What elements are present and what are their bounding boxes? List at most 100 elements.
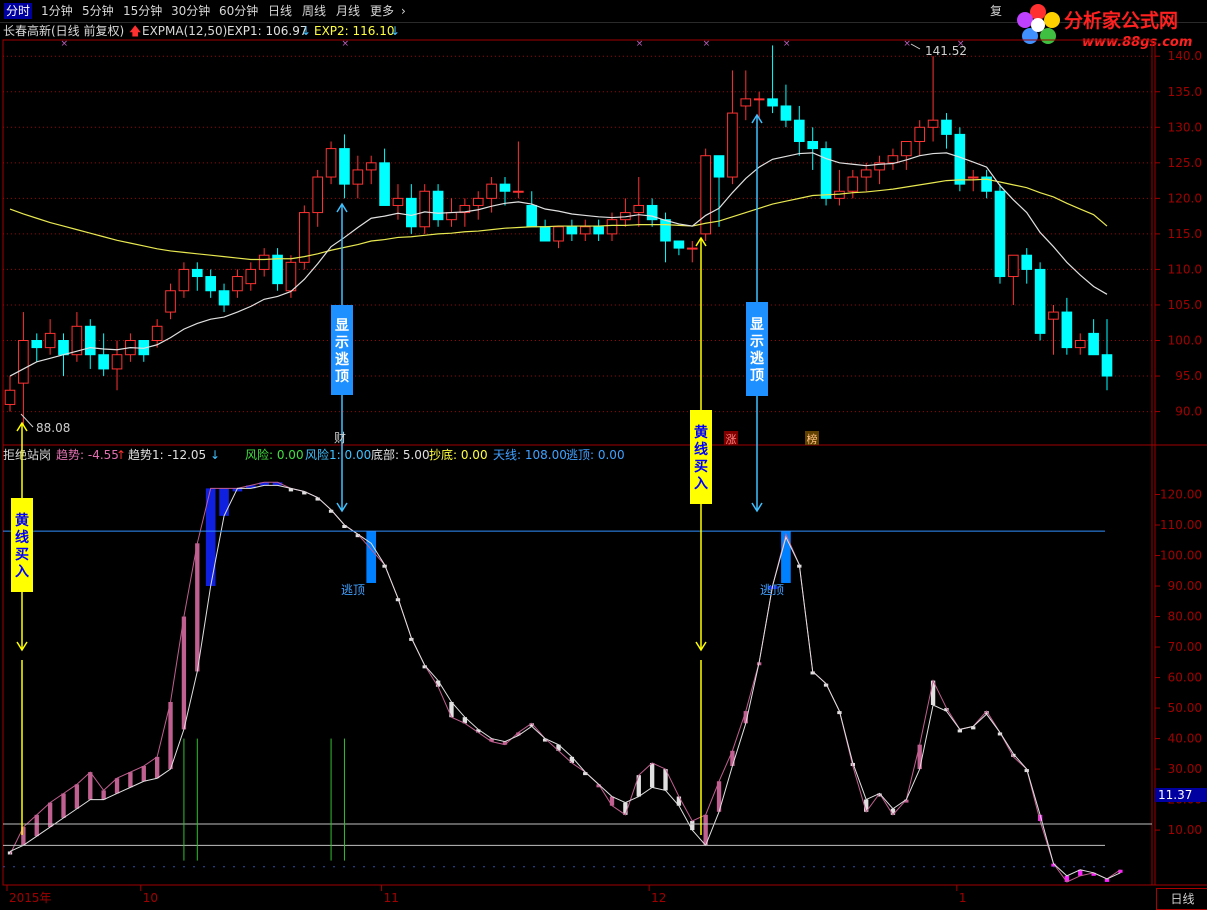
candle-body xyxy=(646,204,658,221)
indicator-bar xyxy=(88,772,93,800)
candle xyxy=(927,56,939,142)
tab-1min[interactable]: 1分钟 xyxy=(41,3,73,19)
escape-label: 逃顶 xyxy=(341,583,365,597)
indicator-bar xyxy=(21,827,26,846)
candle-body xyxy=(379,162,390,206)
candle-body xyxy=(1021,254,1033,270)
candle xyxy=(874,155,885,185)
candle-body xyxy=(981,176,992,192)
chevron-right-icon[interactable]: › xyxy=(401,3,406,19)
tab-5min[interactable]: 5分钟 xyxy=(82,3,114,19)
box-char: 买 xyxy=(694,459,708,475)
box-char: 线 xyxy=(694,441,708,458)
candle xyxy=(740,70,752,121)
candle-body xyxy=(499,183,511,192)
candle xyxy=(967,169,979,192)
candle-body xyxy=(1048,311,1059,320)
show-escape-box: 显示逃顶 xyxy=(746,302,768,396)
candle xyxy=(793,105,805,156)
y-tick-label: 120.0 xyxy=(1168,191,1202,205)
candle-body xyxy=(58,340,69,356)
candle-body xyxy=(553,226,564,242)
indicator-bar xyxy=(302,491,307,495)
candle-body xyxy=(860,169,872,178)
candle xyxy=(258,248,270,277)
signal-marker: × xyxy=(783,39,791,49)
y-tick-label: 60.00 xyxy=(1168,671,1202,685)
candle xyxy=(245,262,257,291)
candle xyxy=(941,113,952,149)
indicator-bar xyxy=(1064,875,1070,882)
y-tick-label: 70.00 xyxy=(1168,640,1202,654)
candle-body xyxy=(432,190,444,221)
candle-body xyxy=(753,98,765,101)
indicator-bar xyxy=(128,772,133,788)
candle-body xyxy=(727,112,738,178)
candle-body xyxy=(325,148,337,178)
candle-body xyxy=(593,226,604,235)
indicator-bar xyxy=(61,793,66,818)
tab-intraday[interactable]: 分时 xyxy=(4,3,33,19)
signal-marker: × xyxy=(636,39,644,49)
trend1-line xyxy=(9,484,1121,880)
candle xyxy=(392,184,404,220)
brand-url: www.88gs.com xyxy=(1082,35,1192,50)
tab-monthly[interactable]: 月线 xyxy=(336,3,360,19)
indicator-bar xyxy=(542,738,548,742)
candle xyxy=(820,141,832,206)
tab-more[interactable]: 更多 xyxy=(370,3,394,19)
tab-30min[interactable]: 30分钟 xyxy=(171,3,210,19)
box-char: 黄 xyxy=(694,424,708,441)
tab-daily[interactable]: 日线 xyxy=(268,3,292,19)
indicator-bar xyxy=(690,820,695,831)
candle-body xyxy=(111,354,123,370)
candle-body xyxy=(84,325,96,356)
signal-marker: × xyxy=(957,39,965,49)
yellow-buy-box: 黄线买入 xyxy=(690,410,712,504)
indicator-bar xyxy=(1091,872,1096,876)
indicator-bar xyxy=(663,769,668,791)
current-value-label: 11.37 xyxy=(1158,788,1192,802)
candle xyxy=(713,155,725,227)
candle-body xyxy=(606,219,618,235)
candle-body xyxy=(941,119,952,135)
signal-marker: × xyxy=(703,39,711,49)
candle-body xyxy=(472,197,484,206)
tab-15min[interactable]: 15分钟 xyxy=(123,3,162,19)
candle xyxy=(125,333,136,362)
candle xyxy=(18,312,29,426)
candle xyxy=(218,283,230,313)
signal-marker: × xyxy=(341,39,349,49)
risk-value: 风险: 0.00 xyxy=(245,448,304,462)
candle-body xyxy=(406,197,417,228)
candle-body xyxy=(1074,340,1086,349)
trend-line xyxy=(9,481,1121,883)
box-char: 示 xyxy=(335,335,349,351)
flower-icon xyxy=(1017,4,1060,44)
candle-body xyxy=(205,276,216,292)
candle xyxy=(165,283,176,320)
indicator-bar xyxy=(864,799,869,812)
candle-body xyxy=(847,176,859,192)
label-box xyxy=(331,305,353,395)
candle-body xyxy=(526,204,538,228)
arrow-head xyxy=(751,502,763,513)
indicator-bar xyxy=(409,637,414,641)
risk1-value: 风险1: 0.00 xyxy=(305,448,372,462)
period-indicator[interactable]: 日线 xyxy=(1156,888,1207,910)
indicator-bar xyxy=(877,793,882,797)
y-tick-label: 110.00 xyxy=(1160,518,1202,532)
candle xyxy=(526,191,538,228)
box-char: 顶 xyxy=(335,369,349,385)
candle-body xyxy=(1061,311,1073,349)
candle xyxy=(901,141,912,170)
arrow-head xyxy=(16,421,28,432)
tab-weekly[interactable]: 周线 xyxy=(302,3,326,19)
candle xyxy=(419,184,431,234)
indicator-bar xyxy=(315,497,320,501)
candle-body xyxy=(151,325,163,341)
restore-button[interactable]: 复 xyxy=(990,3,1002,19)
candle xyxy=(727,70,738,185)
tab-60min[interactable]: 60分钟 xyxy=(219,3,258,19)
indicator-bar xyxy=(984,711,989,715)
